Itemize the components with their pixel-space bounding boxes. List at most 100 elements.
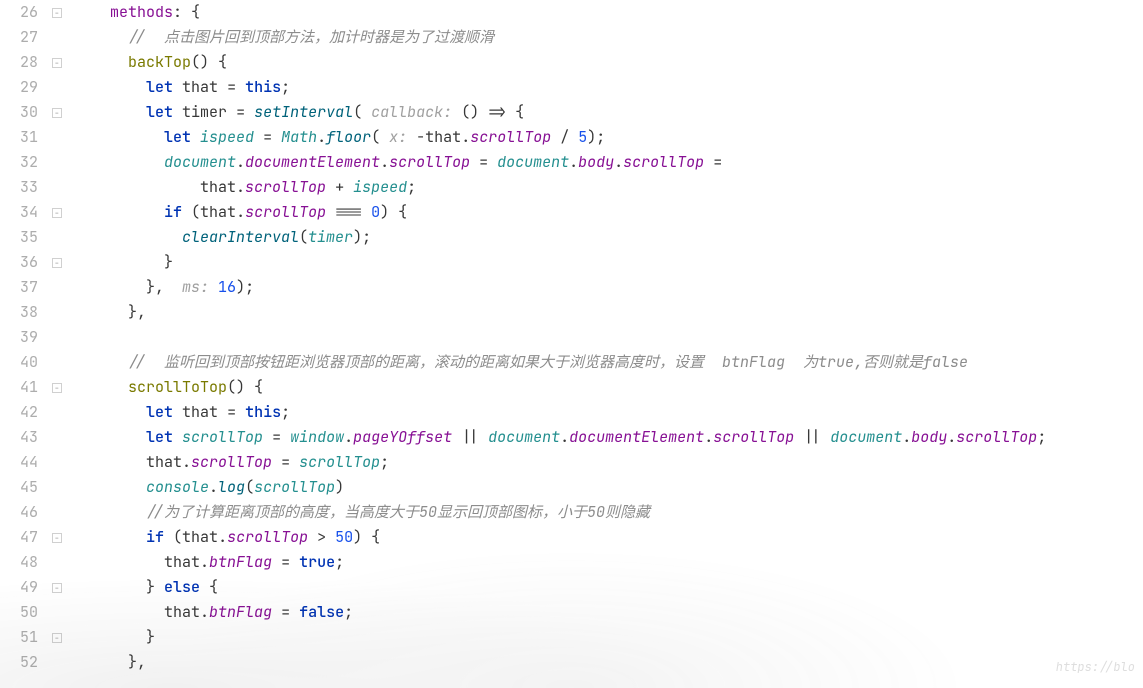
- code-line[interactable]: // 监听回到顶部按钮距浏览器顶部的距离，滚动的距离如果大于浏览器高度时，设置 …: [74, 350, 1143, 375]
- line-number: 31: [0, 125, 38, 150]
- token-punct: },: [146, 277, 182, 297]
- line-number: 37: [0, 275, 38, 300]
- fold-toggle-icon[interactable]: −: [52, 58, 62, 68]
- line-number: 48: [0, 550, 38, 575]
- line-number: 51: [0, 625, 38, 650]
- code-line[interactable]: that.scrollTop = scrollTop;: [74, 450, 1143, 475]
- fold-toggle-icon[interactable]: −: [52, 633, 62, 643]
- token-punct: );: [353, 227, 371, 247]
- line-number: 28: [0, 50, 38, 75]
- token-number: 5: [578, 127, 587, 147]
- token-punct: .: [236, 152, 245, 172]
- code-line[interactable]: }: [74, 250, 1143, 275]
- code-line[interactable]: backTop() {: [74, 50, 1143, 75]
- code-line[interactable]: that.scrollTop + ispeed;: [74, 175, 1143, 200]
- token-global: document: [164, 152, 236, 172]
- token-whitespace: [74, 627, 146, 647]
- code-line[interactable]: }: [74, 625, 1143, 650]
- token-whitespace: [74, 77, 146, 97]
- code-line[interactable]: document.documentElement.scrollTop = doc…: [74, 150, 1143, 175]
- code-line[interactable]: scrollToTop() {: [74, 375, 1143, 400]
- token-this: this: [245, 77, 281, 97]
- line-number: 35: [0, 225, 38, 250]
- token-punct: .: [236, 177, 245, 197]
- token-ident: that: [425, 127, 461, 147]
- token-keyword: if: [164, 202, 182, 222]
- token-operator: =: [272, 602, 299, 622]
- token-comment: // 点击图片回到顶部方法，加计时器是为了过渡顺滑: [128, 27, 494, 47]
- code-line[interactable]: let timer = setInterval( callback: () =>…: [74, 100, 1143, 125]
- code-line[interactable]: that.btnFlag = true;: [74, 550, 1143, 575]
- fold-toggle-icon[interactable]: −: [52, 108, 62, 118]
- code-editor-area[interactable]: methods: { // 点击图片回到顶部方法，加计时器是为了过渡顺滑 bac…: [70, 0, 1143, 675]
- code-line[interactable]: },: [74, 300, 1143, 325]
- code-line[interactable]: if (that.scrollTop === 0) {: [74, 200, 1143, 225]
- token-whitespace: [74, 102, 146, 122]
- token-number: 16: [218, 277, 236, 297]
- line-number: 36: [0, 250, 38, 275]
- token-whitespace: [74, 502, 146, 522]
- token-whitespace: [74, 602, 164, 622]
- token-global: console: [146, 477, 209, 497]
- code-line[interactable]: methods: {: [74, 0, 1143, 25]
- token-punct: (: [182, 202, 200, 222]
- fold-toggle-icon[interactable]: −: [52, 8, 62, 18]
- token-operator: ||: [794, 427, 830, 447]
- token-whitespace: [74, 252, 164, 272]
- token-global: document: [497, 152, 569, 172]
- token-whitespace: [74, 452, 146, 472]
- token-whitespace: [74, 402, 146, 422]
- line-number: 39: [0, 325, 38, 350]
- code-line[interactable]: } else {: [74, 575, 1143, 600]
- token-whitespace: [74, 277, 146, 297]
- token-punct: .: [947, 427, 956, 447]
- token-punct: .: [902, 427, 911, 447]
- fold-toggle-icon[interactable]: −: [52, 583, 62, 593]
- token-global: window: [290, 427, 344, 447]
- code-line[interactable]: let that = this;: [74, 75, 1143, 100]
- token-punct: .: [560, 427, 569, 447]
- code-line[interactable]: let ispeed = Math.floor( x: -that.scroll…: [74, 125, 1143, 150]
- code-line[interactable]: clearInterval(timer);: [74, 225, 1143, 250]
- token-variable: ispeed: [353, 177, 407, 197]
- token-whitespace: [173, 102, 182, 122]
- code-line[interactable]: [74, 325, 1143, 350]
- code-line[interactable]: },: [74, 650, 1143, 675]
- token-ident: that: [182, 77, 218, 97]
- fold-toggle-icon[interactable]: −: [52, 258, 62, 268]
- code-line[interactable]: that.btnFlag = false;: [74, 600, 1143, 625]
- token-property: documentElement: [569, 427, 704, 447]
- code-line[interactable]: // 点击图片回到顶部方法，加计时器是为了过渡顺滑: [74, 25, 1143, 50]
- token-whitespace: [74, 427, 146, 447]
- token-keyword-let: let: [146, 402, 173, 422]
- line-number-gutter: 2627282930313233343536373839404142434445…: [0, 0, 50, 675]
- token-punct: .: [317, 127, 326, 147]
- code-line[interactable]: }, ms: 16);: [74, 275, 1143, 300]
- code-line[interactable]: let scrollTop = window.pageYOffset || do…: [74, 425, 1143, 450]
- token-variable: scrollTop: [299, 452, 380, 472]
- fold-toggle-icon[interactable]: −: [52, 208, 62, 218]
- token-punct: .: [200, 602, 209, 622]
- token-punct: () {: [227, 377, 263, 397]
- code-line[interactable]: if (that.scrollTop > 50) {: [74, 525, 1143, 550]
- line-number: 42: [0, 400, 38, 425]
- line-number: 27: [0, 25, 38, 50]
- fold-toggle-icon[interactable]: −: [52, 383, 62, 393]
- token-number: 0: [371, 202, 380, 222]
- code-line[interactable]: //为了计算距离顶部的高度，当高度大于50显示回顶部图标，小于50则隐藏: [74, 500, 1143, 525]
- fold-toggle-icon[interactable]: −: [52, 533, 62, 543]
- token-property: scrollTop: [623, 152, 704, 172]
- token-global: document: [488, 427, 560, 447]
- token-whitespace: [74, 27, 128, 47]
- token-ident: that: [200, 202, 236, 222]
- code-line[interactable]: let that = this;: [74, 400, 1143, 425]
- token-operator: >: [308, 527, 335, 547]
- token-keyword-let: let: [146, 77, 173, 97]
- token-method-name: clearInterval: [182, 227, 299, 247]
- token-punct: ;: [380, 452, 389, 472]
- token-comment: // 监听回到顶部按钮距浏览器顶部的距离，滚动的距离如果大于浏览器高度时，设置 …: [128, 352, 968, 372]
- token-property: scrollTop: [956, 427, 1037, 447]
- code-line[interactable]: console.log(scrollTop): [74, 475, 1143, 500]
- token-operator: =: [704, 152, 722, 172]
- token-param-hint: callback:: [371, 102, 461, 122]
